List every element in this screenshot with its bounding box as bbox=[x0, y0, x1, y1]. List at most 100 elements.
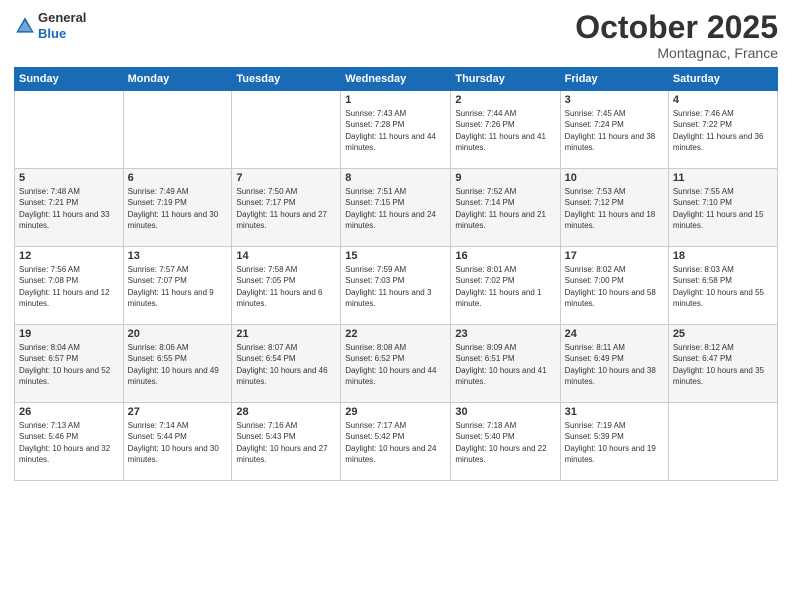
calendar-cell: 22 Sunrise: 8:08 AMSunset: 6:52 PMDayligh… bbox=[341, 325, 451, 403]
day-info: Sunrise: 8:03 AMSunset: 6:58 PMDaylight:… bbox=[673, 264, 773, 309]
day-number: 14 bbox=[236, 250, 336, 262]
day-header-sunday: Sunday bbox=[15, 68, 124, 91]
calendar-cell: 2 Sunrise: 7:44 AMSunset: 7:26 PMDaylight… bbox=[451, 91, 560, 169]
calendar-cell: 19Sunrise: 8:04 AMSunset: 6:57 PMDayligh… bbox=[15, 325, 124, 403]
day-number: 17 bbox=[565, 250, 664, 262]
calendar-table: SundayMondayTuesdayWednesdayThursdayFrid… bbox=[14, 67, 778, 481]
logo-blue: Blue bbox=[38, 26, 86, 42]
calendar-cell: 5Sunrise: 7:48 AMSunset: 7:21 PMDaylight… bbox=[15, 169, 124, 247]
day-number: 26 bbox=[19, 406, 119, 418]
day-number: 10 bbox=[565, 172, 664, 184]
calendar-cell bbox=[15, 91, 124, 169]
day-info: Sunrise: 8:12 AMSunset: 6:47 PMDaylight:… bbox=[673, 342, 773, 387]
calendar-cell: 11 Sunrise: 7:55 AMSunset: 7:10 PMDayligh… bbox=[668, 169, 777, 247]
calendar-cell: 24 Sunrise: 8:11 AMSunset: 6:49 PMDayligh… bbox=[560, 325, 668, 403]
calendar-cell bbox=[123, 91, 232, 169]
calendar-cell: 7Sunrise: 7:50 AMSunset: 7:17 PMDaylight… bbox=[232, 169, 341, 247]
day-number: 8 bbox=[345, 172, 446, 184]
calendar-cell: 29 Sunrise: 7:17 AMSunset: 5:42 PMDayligh… bbox=[341, 403, 451, 481]
calendar-cell: 9 Sunrise: 7:52 AMSunset: 7:14 PMDaylight… bbox=[451, 169, 560, 247]
logo-icon bbox=[14, 15, 36, 37]
day-header-tuesday: Tuesday bbox=[232, 68, 341, 91]
day-number: 28 bbox=[236, 406, 336, 418]
day-info: Sunrise: 7:13 AMSunset: 5:46 PMDaylight:… bbox=[19, 420, 119, 465]
day-number: 11 bbox=[673, 172, 773, 184]
calendar-cell: 15Sunrise: 7:59 AMSunset: 7:03 PMDayligh… bbox=[341, 247, 451, 325]
calendar-cell: 17 Sunrise: 8:02 AMSunset: 7:00 PMDayligh… bbox=[560, 247, 668, 325]
location-subtitle: Montagnac, France bbox=[575, 45, 778, 61]
day-number: 2 bbox=[455, 94, 555, 106]
calendar-cell: 13 Sunrise: 7:57 AMSunset: 7:07 PMDayligh… bbox=[123, 247, 232, 325]
day-info: Sunrise: 7:55 AMSunset: 7:10 PMDaylight:… bbox=[673, 186, 773, 231]
day-number: 31 bbox=[565, 406, 664, 418]
day-number: 16 bbox=[455, 250, 555, 262]
day-number: 7 bbox=[236, 172, 336, 184]
day-info: Sunrise: 7:19 AMSunset: 5:39 PMDaylight:… bbox=[565, 420, 664, 465]
day-number: 29 bbox=[345, 406, 446, 418]
calendar-cell: 10Sunrise: 7:53 AMSunset: 7:12 PMDayligh… bbox=[560, 169, 668, 247]
day-number: 25 bbox=[673, 328, 773, 340]
day-info: Sunrise: 8:01 AMSunset: 7:02 PMDaylight:… bbox=[455, 264, 555, 309]
day-info: Sunrise: 7:14 AMSunset: 5:44 PMDaylight:… bbox=[128, 420, 228, 465]
day-info: Sunrise: 8:07 AMSunset: 6:54 PMDaylight:… bbox=[236, 342, 336, 387]
day-number: 22 bbox=[345, 328, 446, 340]
calendar-week-row: 12 Sunrise: 7:56 AMSunset: 7:08 PMDayligh… bbox=[15, 247, 778, 325]
calendar-header-row: SundayMondayTuesdayWednesdayThursdayFrid… bbox=[15, 68, 778, 91]
day-info: Sunrise: 7:17 AMSunset: 5:42 PMDaylight:… bbox=[345, 420, 446, 465]
day-number: 24 bbox=[565, 328, 664, 340]
title-block: October 2025 Montagnac, France bbox=[575, 10, 778, 61]
day-number: 1 bbox=[345, 94, 446, 106]
day-info: Sunrise: 8:11 AMSunset: 6:49 PMDaylight:… bbox=[565, 342, 664, 387]
day-number: 12 bbox=[19, 250, 119, 262]
calendar-cell: 4Sunrise: 7:46 AMSunset: 7:22 PMDaylight… bbox=[668, 91, 777, 169]
calendar-cell: 18 Sunrise: 8:03 AMSunset: 6:58 PMDayligh… bbox=[668, 247, 777, 325]
day-number: 4 bbox=[673, 94, 773, 106]
calendar-cell: 20Sunrise: 8:06 AMSunset: 6:55 PMDayligh… bbox=[123, 325, 232, 403]
calendar-cell: 26 Sunrise: 7:13 AMSunset: 5:46 PMDayligh… bbox=[15, 403, 124, 481]
day-info: Sunrise: 7:18 AMSunset: 5:40 PMDaylight:… bbox=[455, 420, 555, 465]
calendar-cell: 28Sunrise: 7:16 AMSunset: 5:43 PMDayligh… bbox=[232, 403, 341, 481]
day-info: Sunrise: 7:57 AMSunset: 7:07 PMDaylight:… bbox=[128, 264, 228, 309]
calendar-week-row: 26 Sunrise: 7:13 AMSunset: 5:46 PMDayligh… bbox=[15, 403, 778, 481]
day-info: Sunrise: 8:08 AMSunset: 6:52 PMDaylight:… bbox=[345, 342, 446, 387]
day-number: 9 bbox=[455, 172, 555, 184]
day-number: 30 bbox=[455, 406, 555, 418]
day-info: Sunrise: 8:09 AMSunset: 6:51 PMDaylight:… bbox=[455, 342, 555, 387]
day-info: Sunrise: 7:56 AMSunset: 7:08 PMDaylight:… bbox=[19, 264, 119, 309]
calendar-cell: 14Sunrise: 7:58 AMSunset: 7:05 PMDayligh… bbox=[232, 247, 341, 325]
day-info: Sunrise: 8:02 AMSunset: 7:00 PMDaylight:… bbox=[565, 264, 664, 309]
logo-general: General bbox=[38, 10, 86, 26]
day-info: Sunrise: 7:48 AMSunset: 7:21 PMDaylight:… bbox=[19, 186, 119, 231]
day-number: 19 bbox=[19, 328, 119, 340]
day-info: Sunrise: 7:43 AMSunset: 7:28 PMDaylight:… bbox=[345, 108, 446, 153]
day-header-friday: Friday bbox=[560, 68, 668, 91]
calendar-cell bbox=[668, 403, 777, 481]
day-header-monday: Monday bbox=[123, 68, 232, 91]
calendar-cell: 27 Sunrise: 7:14 AMSunset: 5:44 PMDayligh… bbox=[123, 403, 232, 481]
calendar-cell: 23Sunrise: 8:09 AMSunset: 6:51 PMDayligh… bbox=[451, 325, 560, 403]
day-number: 27 bbox=[128, 406, 228, 418]
calendar-cell bbox=[232, 91, 341, 169]
calendar-week-row: 1 Sunrise: 7:43 AMSunset: 7:28 PMDaylight… bbox=[15, 91, 778, 169]
calendar-cell: 3Sunrise: 7:45 AMSunset: 7:24 PMDaylight… bbox=[560, 91, 668, 169]
calendar-cell: 16 Sunrise: 8:01 AMSunset: 7:02 PMDayligh… bbox=[451, 247, 560, 325]
day-number: 13 bbox=[128, 250, 228, 262]
page: General Blue October 2025 Montagnac, Fra… bbox=[0, 0, 792, 612]
logo: General Blue bbox=[14, 10, 86, 41]
day-number: 18 bbox=[673, 250, 773, 262]
calendar-week-row: 19Sunrise: 8:04 AMSunset: 6:57 PMDayligh… bbox=[15, 325, 778, 403]
day-header-wednesday: Wednesday bbox=[341, 68, 451, 91]
day-number: 6 bbox=[128, 172, 228, 184]
header: General Blue October 2025 Montagnac, Fra… bbox=[14, 10, 778, 61]
day-info: Sunrise: 8:06 AMSunset: 6:55 PMDaylight:… bbox=[128, 342, 228, 387]
calendar-cell: 30 Sunrise: 7:18 AMSunset: 5:40 PMDayligh… bbox=[451, 403, 560, 481]
calendar-cell: 1 Sunrise: 7:43 AMSunset: 7:28 PMDaylight… bbox=[341, 91, 451, 169]
day-info: Sunrise: 7:52 AMSunset: 7:14 PMDaylight:… bbox=[455, 186, 555, 231]
calendar-cell: 6Sunrise: 7:49 AMSunset: 7:19 PMDaylight… bbox=[123, 169, 232, 247]
day-info: Sunrise: 7:44 AMSunset: 7:26 PMDaylight:… bbox=[455, 108, 555, 153]
logo-text: General Blue bbox=[38, 10, 86, 41]
calendar-cell: 21 Sunrise: 8:07 AMSunset: 6:54 PMDayligh… bbox=[232, 325, 341, 403]
day-number: 21 bbox=[236, 328, 336, 340]
day-info: Sunrise: 7:45 AMSunset: 7:24 PMDaylight:… bbox=[565, 108, 664, 153]
day-info: Sunrise: 7:51 AMSunset: 7:15 PMDaylight:… bbox=[345, 186, 446, 231]
